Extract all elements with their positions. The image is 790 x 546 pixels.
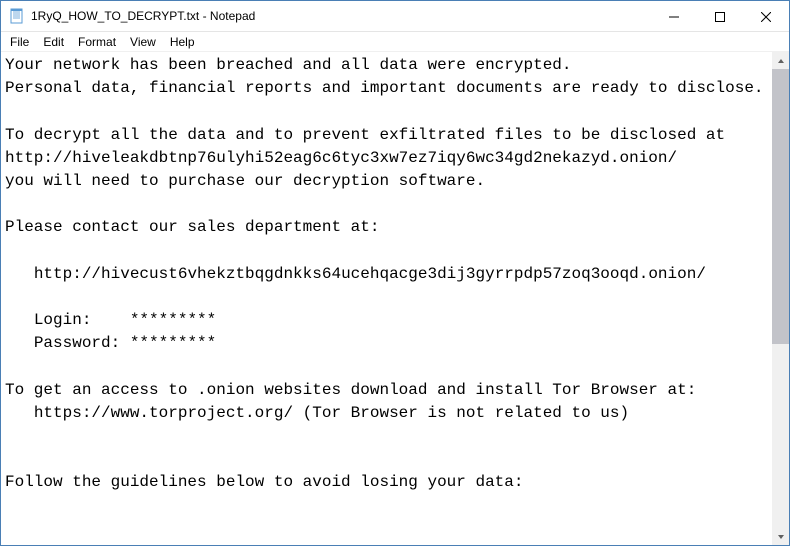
- menu-format[interactable]: Format: [71, 34, 123, 50]
- minimize-button[interactable]: [651, 1, 697, 32]
- menu-file[interactable]: File: [3, 34, 36, 50]
- menu-view[interactable]: View: [123, 34, 163, 50]
- content-area: Your network has been breached and all d…: [1, 52, 789, 545]
- window-controls: [651, 1, 789, 31]
- window-title: 1RyQ_HOW_TO_DECRYPT.txt - Notepad: [31, 9, 651, 23]
- scroll-thumb[interactable]: [772, 69, 789, 344]
- maximize-button[interactable]: [697, 1, 743, 32]
- menu-edit[interactable]: Edit: [36, 34, 71, 50]
- text-content[interactable]: Your network has been breached and all d…: [1, 52, 772, 545]
- scroll-down-button[interactable]: [772, 528, 789, 545]
- menu-help[interactable]: Help: [163, 34, 202, 50]
- vertical-scrollbar[interactable]: [772, 52, 789, 545]
- scroll-track[interactable]: [772, 69, 789, 528]
- menubar: File Edit Format View Help: [1, 32, 789, 52]
- titlebar: 1RyQ_HOW_TO_DECRYPT.txt - Notepad: [1, 1, 789, 32]
- notepad-icon: [9, 8, 25, 24]
- scroll-up-button[interactable]: [772, 52, 789, 69]
- close-button[interactable]: [743, 1, 789, 32]
